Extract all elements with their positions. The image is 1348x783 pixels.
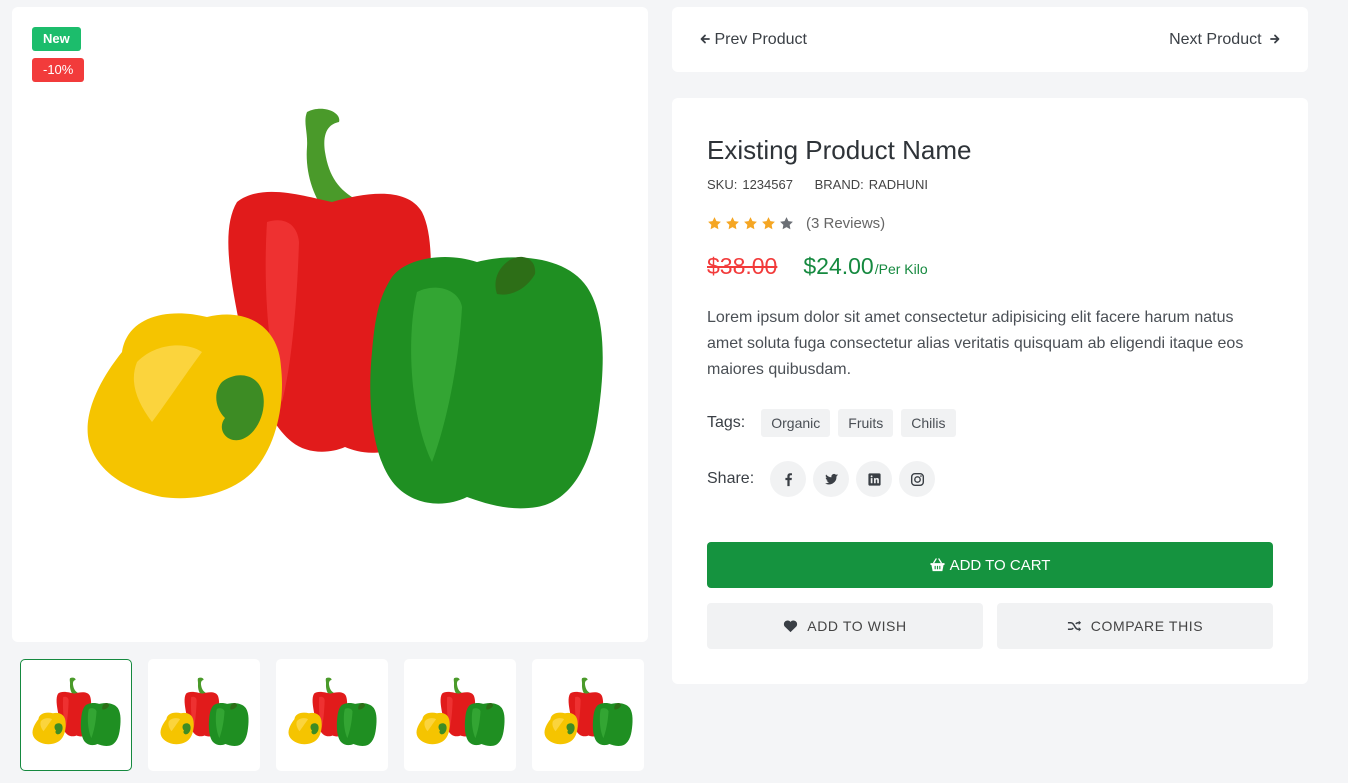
instagram-icon bbox=[910, 472, 924, 486]
price-unit: /Per Kilo bbox=[874, 261, 928, 277]
tag-chilis[interactable]: Chilis bbox=[901, 409, 956, 437]
tags: Tags: Organic Fruits Chilis bbox=[707, 409, 964, 437]
shuffle-icon bbox=[1067, 620, 1081, 632]
thumbnail-photo bbox=[541, 676, 635, 748]
brand-value: RADHUNI bbox=[868, 177, 928, 192]
thumbnail-photo bbox=[285, 676, 379, 748]
thumbnail-2[interactable] bbox=[148, 659, 260, 771]
thumbnail-strip bbox=[20, 659, 648, 771]
share-label: Share: bbox=[707, 470, 755, 487]
reviews-count[interactable]: (3 Reviews) bbox=[806, 215, 885, 232]
sku-label: SKU: bbox=[707, 177, 738, 192]
prev-product-link[interactable]: Prev Product bbox=[700, 7, 807, 72]
heart-icon bbox=[784, 620, 798, 633]
star-empty-icon bbox=[780, 216, 793, 229]
product-detail-page: New -10% Prev Product Next Product Exist… bbox=[0, 0, 1348, 783]
discount-badge: -10% bbox=[32, 58, 85, 82]
star-filled-icon bbox=[762, 216, 775, 229]
next-product-link[interactable]: Next Product bbox=[1169, 7, 1280, 72]
product-title: Existing Product Name bbox=[707, 135, 972, 165]
share-instagram-button[interactable] bbox=[899, 461, 936, 497]
sku-value: 1234567 bbox=[742, 177, 793, 192]
product-photo bbox=[67, 102, 617, 517]
brand: BRAND: RADHUNI bbox=[815, 177, 928, 192]
thumbnail-5[interactable] bbox=[532, 659, 644, 771]
twitter-icon bbox=[824, 473, 838, 484]
basket-icon bbox=[930, 558, 945, 572]
share-facebook-button[interactable] bbox=[770, 461, 807, 497]
thumbnail-3[interactable] bbox=[276, 659, 388, 771]
brand-label: BRAND: bbox=[814, 177, 864, 192]
price-block: $38.00 $24.00 /Per Kilo bbox=[707, 253, 928, 280]
thumbnail-photo bbox=[413, 676, 507, 748]
add-to-wish-label: ADD TO WISH bbox=[807, 618, 907, 634]
old-price: $38.00 bbox=[707, 253, 778, 279]
facebook-icon bbox=[785, 472, 792, 486]
tag-fruits[interactable]: Fruits bbox=[838, 409, 894, 437]
product-meta: SKU: 1234567 BRAND: RADHUNI bbox=[707, 177, 946, 192]
rating: (3 Reviews) bbox=[707, 214, 885, 232]
thumbnail-4[interactable] bbox=[404, 659, 516, 771]
product-info-card: Existing Product Name SKU: 1234567 BRAND:… bbox=[672, 98, 1308, 684]
next-product-label: Next Product bbox=[1169, 31, 1262, 48]
current-price: $24.00 bbox=[803, 253, 874, 279]
star-filled-icon bbox=[744, 216, 757, 229]
star-filled-icon bbox=[708, 216, 721, 229]
thumbnail-photo bbox=[29, 676, 123, 748]
main-product-image[interactable]: New -10% bbox=[12, 7, 648, 642]
product-description: Lorem ipsum dolor sit amet consectetur a… bbox=[707, 309, 1244, 378]
add-to-cart-label: ADD TO CART bbox=[949, 556, 1051, 574]
share: Share: bbox=[707, 461, 942, 497]
share-linkedin-button[interactable] bbox=[856, 461, 893, 497]
thumbnail-photo bbox=[157, 676, 251, 748]
linkedin-icon bbox=[868, 472, 881, 486]
product-nav-card: Prev Product Next Product bbox=[672, 7, 1308, 72]
share-twitter-button[interactable] bbox=[813, 461, 850, 497]
tag-organic[interactable]: Organic bbox=[761, 409, 831, 437]
arrow-left-icon bbox=[700, 34, 710, 44]
add-to-cart-button[interactable]: ADD TO CART bbox=[707, 542, 1273, 588]
arrow-right-icon bbox=[1270, 34, 1280, 44]
thumbnail-1[interactable] bbox=[20, 659, 132, 771]
sku: SKU: 1234567 bbox=[707, 177, 793, 192]
compare-button[interactable]: COMPARE THIS bbox=[997, 603, 1273, 649]
star-filled-icon bbox=[726, 216, 739, 229]
tags-label: Tags: bbox=[707, 414, 746, 431]
new-badge: New bbox=[32, 27, 81, 51]
prev-product-label: Prev Product bbox=[714, 31, 807, 48]
compare-label: COMPARE THIS bbox=[1090, 618, 1204, 634]
rating-stars bbox=[707, 216, 797, 231]
add-to-wish-button[interactable]: ADD TO WISH bbox=[707, 603, 983, 649]
